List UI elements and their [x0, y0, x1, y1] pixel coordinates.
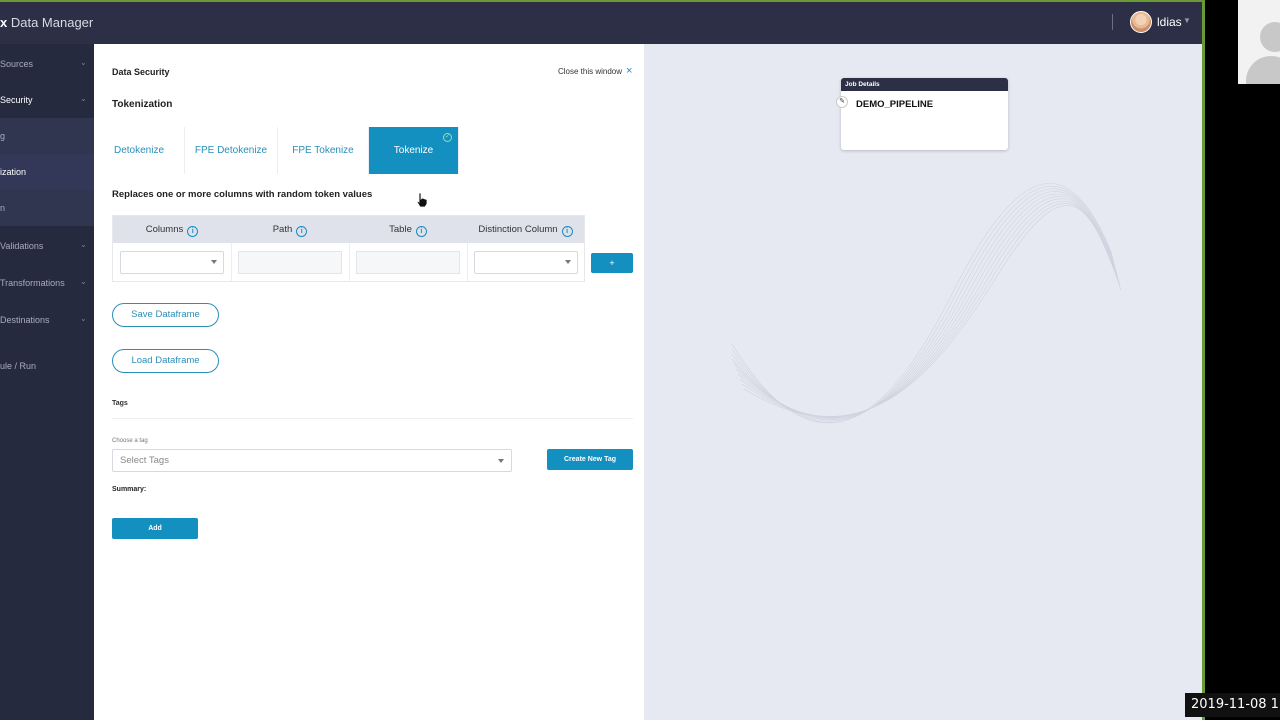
- close-icon[interactable]: ×: [626, 65, 632, 77]
- job-details-card[interactable]: Job Details ✎ DEMO_PIPELINE: [836, 78, 1008, 150]
- person-silhouette-icon: [1260, 22, 1280, 52]
- tokenization-panel: Data Security Close this window × Tokeni…: [94, 44, 644, 720]
- hand-cursor-icon: [416, 192, 428, 208]
- avatar[interactable]: [1130, 11, 1152, 33]
- video-timestamp: 2019-11-08 1: [1185, 693, 1280, 717]
- edit-icon[interactable]: ✎: [836, 96, 848, 108]
- chevron-down-icon: ⌄: [80, 94, 87, 103]
- app-title: x Data Manager: [0, 15, 94, 30]
- divider: [467, 243, 468, 281]
- chevron-down-icon[interactable]: ▼: [1183, 16, 1191, 25]
- caret-down-icon: [211, 260, 217, 264]
- screen: x Data Manager ldias ▼ Sources ⌄ Security…: [0, 0, 1280, 720]
- caret-down-icon: [498, 459, 504, 463]
- chevron-down-icon: ⌄: [80, 314, 87, 323]
- pipeline-canvas[interactable]: Job Details ✎ DEMO_PIPELINE: [644, 44, 1202, 720]
- job-details-header: Job Details: [841, 78, 1008, 91]
- tags-select[interactable]: Select Tags: [112, 449, 512, 472]
- sidebar-subitem-3[interactable]: n: [0, 190, 94, 226]
- description: Replaces one or more columns with random…: [112, 189, 373, 200]
- background-wave-graphic: [732, 183, 1122, 424]
- header-path: Path i: [231, 216, 349, 243]
- sidebar-item-destinations[interactable]: Destinations ⌄: [0, 302, 94, 338]
- caret-down-icon: [565, 260, 571, 264]
- add-row-button[interactable]: +: [591, 253, 633, 273]
- top-bar: x Data Manager ldias ▼: [0, 2, 1202, 44]
- chevron-down-icon: ⌄: [80, 240, 87, 249]
- username[interactable]: ldias: [1157, 15, 1182, 29]
- sidebar: Sources ⌄ Security ⌄ g ization n Validatio…: [0, 44, 94, 720]
- sidebar-item-sources[interactable]: Sources ⌄: [0, 46, 94, 82]
- sidebar-item-validations[interactable]: Validations ⌄: [0, 228, 94, 264]
- info-icon[interactable]: i: [187, 226, 199, 237]
- page-title: Tokenization: [112, 99, 173, 110]
- tags-heading: Tags: [112, 400, 128, 407]
- header-table: Table i: [349, 216, 467, 243]
- column-table: Columns i Path i Table i Distinction Column…: [112, 215, 585, 282]
- person-body-shape: [1246, 56, 1280, 84]
- header-distinction-column: Distinction Column i: [467, 216, 584, 243]
- choose-tag-label: Choose a tag: [112, 438, 148, 444]
- distinction-column-select[interactable]: [474, 251, 578, 274]
- app-window: x Data Manager ldias ▼ Sources ⌄ Security…: [0, 0, 1205, 720]
- job-name: DEMO_PIPELINE: [856, 99, 934, 110]
- divider: [112, 418, 633, 419]
- sidebar-item-transformations[interactable]: Transformations ⌄: [0, 265, 94, 301]
- close-window-link[interactable]: Close this window: [558, 67, 622, 76]
- info-icon[interactable]: i: [415, 226, 427, 237]
- breadcrumb: Data Security: [112, 67, 170, 77]
- add-button[interactable]: Add: [112, 518, 198, 539]
- tab-fpe-detokenize[interactable]: FPE Detokenize: [185, 127, 278, 174]
- divider: [349, 243, 350, 281]
- load-dataframe-button[interactable]: Load Dataframe: [112, 349, 219, 373]
- save-dataframe-button[interactable]: Save Dataframe: [112, 303, 219, 327]
- chevron-down-icon: ⌄: [80, 58, 87, 67]
- webcam-preview: [1238, 0, 1280, 84]
- sidebar-subitem-tokenization[interactable]: ization: [0, 154, 94, 190]
- check-circle-icon: ✓: [443, 133, 452, 142]
- sidebar-subitem-1[interactable]: g: [0, 118, 94, 154]
- topbar-divider: [1112, 14, 1113, 30]
- tags-placeholder: Select Tags: [120, 455, 169, 466]
- table-header: Columns i Path i Table i Distinction Column…: [113, 216, 584, 243]
- tab-fpe-tokenize[interactable]: FPE Tokenize: [278, 127, 369, 174]
- divider: [231, 243, 232, 281]
- tab-detokenize[interactable]: Detokenize: [94, 127, 185, 174]
- header-columns: Columns i: [113, 216, 231, 243]
- sidebar-item-schedule-run[interactable]: ule / Run: [0, 348, 94, 384]
- info-icon[interactable]: i: [296, 226, 308, 237]
- sidebar-item-security[interactable]: Security ⌄: [0, 82, 94, 118]
- columns-select[interactable]: [120, 251, 224, 274]
- create-new-tag-button[interactable]: Create New Tag: [547, 449, 633, 470]
- path-input[interactable]: [238, 251, 342, 274]
- info-icon[interactable]: i: [561, 226, 573, 237]
- chevron-down-icon: ⌄: [80, 277, 87, 286]
- summary-label: Summary:: [112, 486, 147, 493]
- table-input[interactable]: [356, 251, 460, 274]
- tab-tokenize[interactable]: Tokenize ✓: [369, 127, 459, 174]
